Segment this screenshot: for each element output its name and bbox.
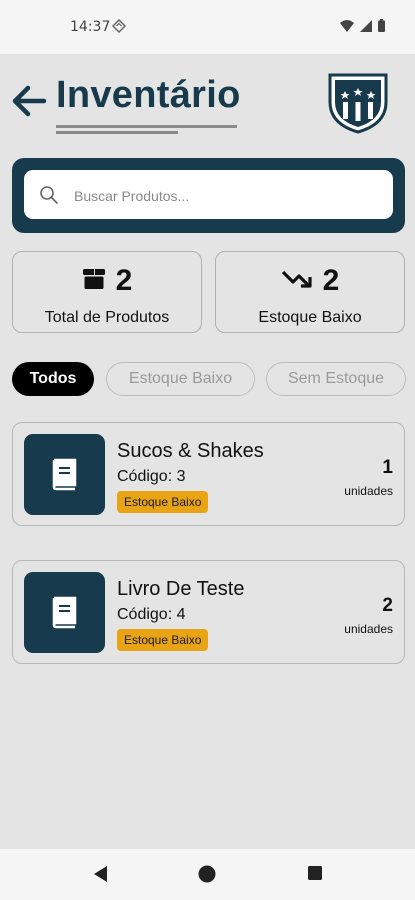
status-badge: Estoque Baixo [117, 491, 209, 513]
search-panel [12, 158, 405, 233]
nav-recents-button[interactable] [307, 865, 323, 886]
shield-logo-icon [328, 73, 388, 134]
product-name: Sucos & Shakes [117, 440, 264, 462]
title-underline [56, 131, 178, 134]
product-unit: unidades [344, 622, 393, 636]
logo [327, 72, 389, 134]
stat-label: Estoque Baixo [258, 309, 362, 326]
nav-back-button[interactable] [92, 865, 108, 888]
product-unit: unidades [344, 484, 393, 498]
battery-icon [378, 19, 385, 37]
product-card[interactable]: Livro De Teste Código: 4 Estoque Baixo 2… [12, 560, 405, 664]
system-nav-bar [0, 849, 415, 900]
signal-icon [360, 19, 372, 37]
stat-value: 2 [115, 264, 133, 297]
search-box[interactable] [24, 170, 393, 221]
search-icon [39, 185, 59, 210]
product-thumbnail [24, 434, 105, 515]
filter-chip-low-stock[interactable]: Estoque Baixo [106, 362, 255, 396]
status-time: 14:37 [70, 19, 111, 35]
box-icon [82, 268, 106, 295]
product-quantity: 2 [382, 595, 393, 616]
square-recents-icon [308, 866, 322, 880]
filter-chip-out-of-stock[interactable]: Sem Estoque [266, 362, 406, 396]
stat-card-total-products: 2 Total de Produtos [12, 251, 202, 333]
wifi-icon [340, 19, 354, 37]
title-underline [56, 125, 237, 128]
circle-home-icon [198, 865, 216, 883]
book-icon [52, 458, 77, 491]
product-name: Livro De Teste [117, 578, 245, 600]
arrow-left-icon [12, 85, 47, 117]
nav-home-button[interactable] [198, 865, 216, 888]
status-icons [340, 19, 385, 37]
product-quantity: 1 [382, 457, 393, 478]
book-icon [52, 596, 77, 629]
product-code: Código: 4 [117, 606, 186, 623]
status-badge: Estoque Baixo [117, 629, 209, 651]
sync-icon [111, 18, 127, 38]
product-thumbnail [24, 572, 105, 653]
product-card[interactable]: Sucos & Shakes Código: 3 Estoque Baixo 1… [12, 422, 405, 526]
search-input[interactable] [72, 170, 376, 221]
filter-chip-all[interactable]: Todos [12, 362, 94, 396]
product-code: Código: 3 [117, 468, 186, 485]
trending-down-icon [281, 268, 313, 295]
stat-value: 2 [322, 264, 340, 297]
status-bar: 14:37 [0, 0, 415, 54]
stat-label: Total de Produtos [44, 309, 170, 326]
back-button[interactable] [10, 84, 48, 118]
triangle-back-icon [94, 866, 107, 882]
stat-card-low-stock: 2 Estoque Baixo [215, 251, 405, 333]
page-title: Inventário [56, 74, 241, 116]
